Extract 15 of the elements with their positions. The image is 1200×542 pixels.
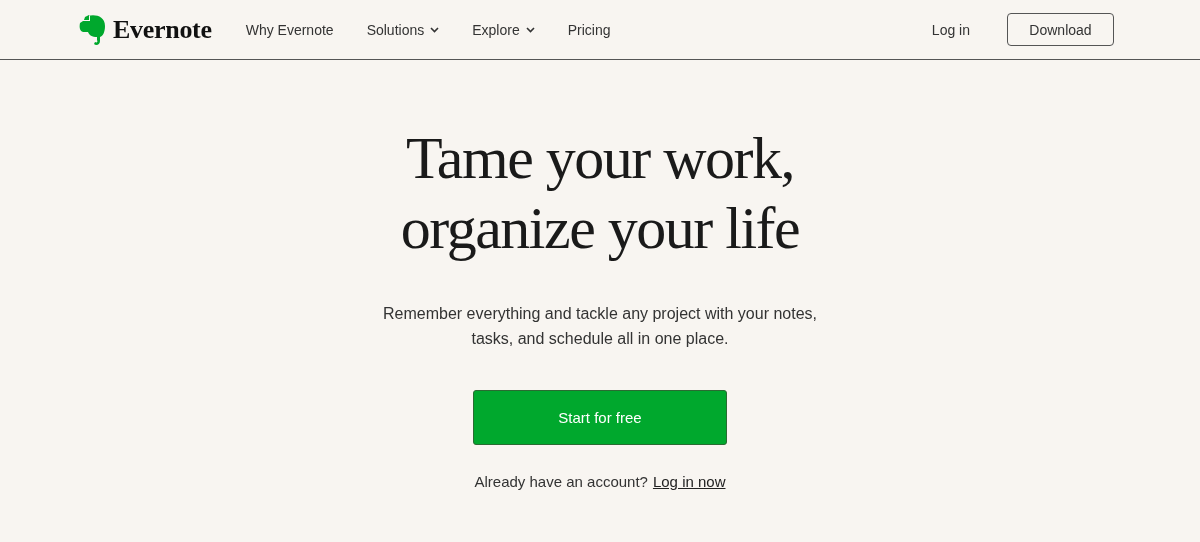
nav-link[interactable]: Solutions	[366, 21, 440, 38]
account-prompt: Already have an account?	[474, 473, 648, 490]
login-now-link[interactable]: Log in now	[652, 473, 726, 490]
chevron-down-icon	[430, 26, 440, 33]
hero-subtitle: Remember everything and tackle any project with your notes, tasks, and schedule all in one place.	[382, 304, 818, 349]
nav-link[interactable]: Pricing	[567, 21, 611, 38]
hero-headline: organize your life	[400, 194, 800, 263]
nav-link[interactable]: Explore	[472, 21, 535, 38]
elephant-logo-icon[interactable]	[79, 13, 107, 46]
hero-headline: Tame your work,	[404, 124, 796, 193]
login-link[interactable]: Log in	[931, 21, 970, 38]
logo-wordmark[interactable]: Evernote	[113, 14, 212, 45]
chevron-down-icon	[525, 26, 535, 33]
download-button[interactable]: Download	[1007, 13, 1114, 46]
nav-link[interactable]: Why Evernote	[245, 21, 334, 38]
